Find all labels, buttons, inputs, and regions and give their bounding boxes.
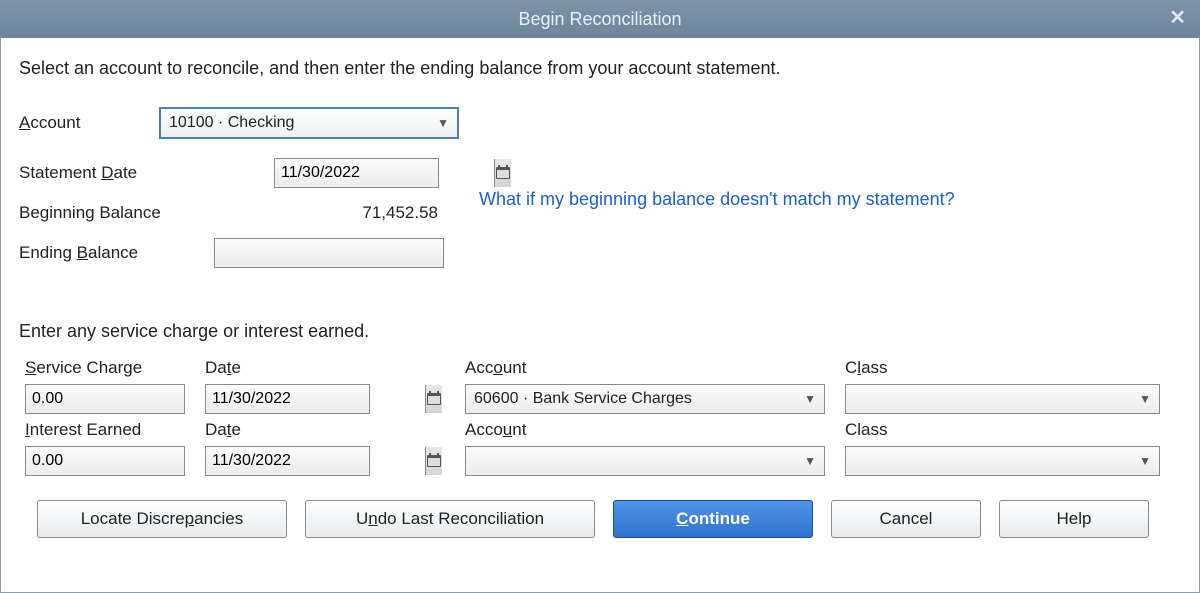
sc-date-header: Date <box>205 358 465 378</box>
beginning-balance-label: Beginning Balance <box>19 203 214 223</box>
account-select-value: 10100 · Checking <box>169 114 294 132</box>
interest-earned-header: Interest Earned <box>25 420 205 440</box>
service-charge-header: Service Charge <box>25 358 205 378</box>
ending-balance-field[interactable] <box>215 239 443 267</box>
service-charge-class-cell: ▼ <box>845 384 1175 414</box>
service-charge-account-value: 60600 · Bank Service Charges <box>474 390 692 408</box>
service-charge-date-input[interactable] <box>205 384 370 414</box>
service-charge-amount-cell <box>25 384 205 414</box>
chevron-down-icon: ▼ <box>804 392 816 406</box>
charges-section-label: Enter any service charge or interest ear… <box>19 321 1181 342</box>
statement-date-input[interactable] <box>274 158 439 188</box>
undo-last-reconciliation-button[interactable]: Undo Last Reconciliation <box>305 500 595 538</box>
charges-grid: Service Charge Date Account Class 60600 … <box>25 358 1181 476</box>
service-charge-date-field[interactable] <box>206 385 425 413</box>
main-form-area: Account 10100 · Checking ▼ Statement Dat… <box>19 103 1181 293</box>
interest-earned-date-cell <box>205 446 465 476</box>
interest-earned-amount-field[interactable] <box>25 446 185 476</box>
statement-date-label: Statement Date <box>19 163 274 183</box>
sc-account-header: Account <box>465 358 845 378</box>
beginning-balance-help-link[interactable]: What if my beginning balance doesn't mat… <box>479 189 955 210</box>
cancel-button[interactable]: Cancel <box>831 500 981 538</box>
chevron-down-icon: ▼ <box>1139 454 1151 468</box>
continue-button[interactable]: Continue <box>613 500 813 538</box>
calendar-icon[interactable] <box>425 447 442 475</box>
instruction-text: Select an account to reconcile, and then… <box>19 58 1181 79</box>
interest-earned-amount-cell <box>25 446 205 476</box>
calendar-icon[interactable] <box>425 385 442 413</box>
interest-earned-class-select[interactable]: ▼ <box>845 446 1160 476</box>
ending-balance-label: Ending Balance <box>19 243 214 263</box>
interest-earned-class-cell: ▼ <box>845 446 1175 476</box>
service-charge-amount-field[interactable] <box>25 384 185 414</box>
ending-balance-row: Ending Balance <box>19 233 1181 273</box>
ending-balance-input[interactable] <box>214 238 444 268</box>
interest-earned-account-select[interactable]: ▼ <box>465 446 825 476</box>
interest-earned-date-field[interactable] <box>206 447 425 475</box>
interest-earned-date-input[interactable] <box>205 446 370 476</box>
chevron-down-icon: ▼ <box>1139 392 1151 406</box>
beginning-balance-value: 71,452.58 <box>214 203 444 223</box>
window-title: Begin Reconciliation <box>518 9 681 30</box>
statement-date-row: Statement Date <box>19 153 1181 193</box>
interest-earned-account-cell: ▼ <box>465 446 845 476</box>
service-charge-account-select[interactable]: 60600 · Bank Service Charges ▼ <box>465 384 825 414</box>
sc-class-header: Class <box>845 358 1175 378</box>
close-icon[interactable]: ✕ <box>1169 8 1186 28</box>
account-row: Account 10100 · Checking ▼ <box>19 103 1181 143</box>
ie-class-header: Class <box>845 420 1175 440</box>
locate-discrepancies-button[interactable]: Locate Discrepancies <box>37 500 287 538</box>
account-label: Account <box>19 113 159 133</box>
service-charge-account-cell: 60600 · Bank Service Charges ▼ <box>465 384 845 414</box>
chevron-down-icon: ▼ <box>437 116 449 130</box>
service-charge-class-select[interactable]: ▼ <box>845 384 1160 414</box>
ie-account-header: Account <box>465 420 845 440</box>
button-bar: Locate Discrepancies Undo Last Reconcili… <box>19 500 1181 538</box>
chevron-down-icon: ▼ <box>804 454 816 468</box>
account-select[interactable]: 10100 · Checking ▼ <box>159 107 459 139</box>
statement-date-field[interactable] <box>275 159 494 187</box>
calendar-icon[interactable] <box>494 159 511 187</box>
service-charge-date-cell <box>205 384 465 414</box>
ie-date-header: Date <box>205 420 465 440</box>
titlebar: Begin Reconciliation ✕ <box>0 0 1200 38</box>
help-button[interactable]: Help <box>999 500 1149 538</box>
dialog-body: Select an account to reconcile, and then… <box>0 38 1200 593</box>
